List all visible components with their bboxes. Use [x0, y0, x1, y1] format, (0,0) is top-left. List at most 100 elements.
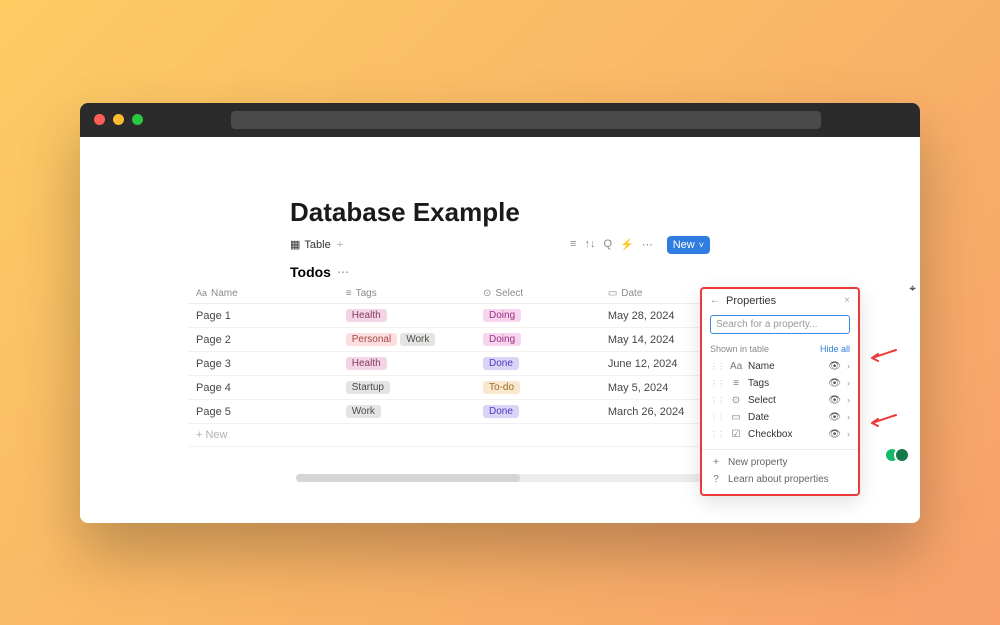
tag-pill[interactable]: Startup [346, 381, 390, 394]
property-row[interactable]: ⋮⋮ ☑ Checkbox 👁 › [702, 426, 858, 443]
cell-name[interactable]: Page 3 [188, 352, 338, 376]
panel-title: Properties [726, 295, 838, 307]
tag-pill[interactable]: Work [346, 405, 381, 418]
drag-handle-icon[interactable]: ⋮⋮ [710, 413, 724, 422]
window-zoom-button[interactable] [132, 114, 143, 125]
property-row[interactable]: ⋮⋮⊙Select👁› [702, 392, 858, 409]
more-icon[interactable]: ⋯ [642, 238, 653, 251]
property-label: Checkbox [748, 429, 822, 440]
text-icon: Aa [196, 288, 207, 298]
table-icon: ▦ [290, 238, 300, 251]
property-type-icon: ▭ [730, 412, 742, 423]
col-name[interactable]: Name [211, 288, 238, 299]
cell-name[interactable]: Page 5 [188, 400, 338, 424]
cell-tags[interactable]: PersonalWork [338, 328, 475, 352]
cell-name[interactable]: Page 1 [188, 304, 338, 328]
chevron-right-icon[interactable]: › [847, 378, 850, 388]
drag-handle-icon[interactable]: ⋮⋮ [710, 430, 724, 439]
page-content: Database Example ▦ Table + ≡ ↑↓ Q ⚡ ⋯ Ne… [80, 137, 920, 523]
property-row[interactable]: ⋮⋮ Aa Name 👁 › [702, 358, 858, 375]
select-pill[interactable]: Doing [483, 309, 521, 322]
property-type-icon: ≡ [730, 378, 742, 389]
visibility-toggle-icon[interactable]: 👁 [828, 429, 841, 440]
property-label: Name [748, 361, 822, 372]
close-icon[interactable]: × [844, 295, 850, 306]
learn-properties-link[interactable]: ? Learn about properties [702, 471, 858, 488]
property-row[interactable]: ⋮⋮ ▭ Date 👁 › [702, 409, 858, 426]
tab-table-label: Table [304, 239, 330, 251]
col-tags[interactable]: Tags [356, 288, 377, 299]
cell-select[interactable]: Done [475, 400, 600, 424]
cell-name[interactable]: Page 4 [188, 376, 338, 400]
property-label: Tags [748, 378, 822, 389]
chevron-right-icon[interactable]: › [847, 412, 850, 422]
cell-tags[interactable]: Work [338, 400, 475, 424]
new-row-label: New [205, 429, 227, 441]
property-label: Select [748, 395, 822, 406]
new-property-button[interactable]: + New property [702, 454, 858, 471]
add-view-button[interactable]: + [337, 239, 343, 251]
property-search-input[interactable]: Search for a property... [710, 315, 850, 334]
select-pill[interactable]: Done [483, 357, 519, 370]
cell-select[interactable]: Doing [475, 304, 600, 328]
tag-pill[interactable]: Health [346, 357, 387, 370]
new-button[interactable]: New ˅ [667, 236, 710, 254]
multiselect-icon: ≡ [346, 288, 352, 299]
filter-icon[interactable]: ≡ [570, 238, 576, 251]
chevron-right-icon[interactable]: › [847, 429, 850, 439]
tag-pill[interactable]: Personal [346, 333, 397, 346]
database-more-icon[interactable]: ⋯ [337, 265, 349, 279]
select-pill[interactable]: To-do [483, 381, 520, 394]
scrollbar-thumb[interactable] [296, 474, 520, 482]
visibility-toggle-icon[interactable]: 👁 [828, 361, 841, 372]
chevron-right-icon[interactable]: › [847, 361, 850, 371]
back-icon[interactable]: ← [710, 295, 720, 306]
cell-name[interactable]: Page 2 [188, 328, 338, 352]
cell-select[interactable]: To-do [475, 376, 600, 400]
url-bar[interactable] [231, 111, 821, 129]
avatar [894, 447, 910, 463]
view-actions: ≡ ↑↓ Q ⚡ ⋯ [570, 238, 653, 251]
properties-panel: ← Properties × Search for a property... … [700, 287, 860, 496]
drag-handle-icon[interactable]: ⋮⋮ [710, 362, 724, 371]
property-row[interactable]: ⋮⋮ ≡ Tags 👁 › [702, 375, 858, 392]
window-close-button[interactable] [94, 114, 105, 125]
search-icon[interactable]: Q [603, 238, 612, 251]
horizontal-scrollbar[interactable] [296, 474, 704, 482]
col-date[interactable]: Date [621, 288, 642, 299]
date-icon: ▭ [608, 288, 617, 299]
view-toolbar: ▦ Table + ≡ ↑↓ Q ⚡ ⋯ New ˅ [80, 228, 920, 254]
property-label: Date [748, 412, 822, 423]
property-type-icon: ☑ [730, 429, 742, 440]
tag-pill[interactable]: Work [400, 333, 435, 346]
visibility-toggle-icon[interactable]: 👁 [828, 378, 841, 389]
tab-table[interactable]: ▦ Table [290, 238, 331, 251]
cell-tags[interactable]: Startup [338, 376, 475, 400]
select-pill[interactable]: Done [483, 405, 519, 418]
presence-avatars[interactable] [890, 447, 910, 463]
sort-icon[interactable]: ↑↓ [584, 238, 595, 251]
select-icon: ⊙ [483, 288, 491, 299]
drag-handle-icon[interactable]: ⋮⋮ [710, 396, 724, 405]
new-button-label: New [673, 239, 695, 251]
cell-tags[interactable]: Health [338, 352, 475, 376]
property-type-icon: Aa [730, 361, 742, 372]
cell-select[interactable]: Doing [475, 328, 600, 352]
titlebar [80, 103, 920, 137]
database-title[interactable]: Todos [290, 264, 331, 280]
cell-select[interactable]: Done [475, 352, 600, 376]
hide-all-link[interactable]: Hide all [820, 344, 850, 354]
visibility-toggle-icon[interactable]: 👁 [828, 412, 841, 423]
cell-tags[interactable]: Health [338, 304, 475, 328]
chevron-right-icon[interactable]: › [847, 395, 850, 405]
col-select[interactable]: Select [495, 288, 523, 299]
select-pill[interactable]: Doing [483, 333, 521, 346]
window-minimize-button[interactable] [113, 114, 124, 125]
page-header: Database Example [80, 137, 920, 228]
zap-icon[interactable]: ⚡ [620, 238, 634, 251]
tag-pill[interactable]: Health [346, 309, 387, 322]
visibility-toggle-icon[interactable]: 👁 [828, 395, 841, 406]
chevron-down-icon: ˅ [699, 240, 704, 250]
database-title-row: Todos ⋯ [80, 254, 920, 284]
drag-handle-icon[interactable]: ⋮⋮ [710, 379, 724, 388]
